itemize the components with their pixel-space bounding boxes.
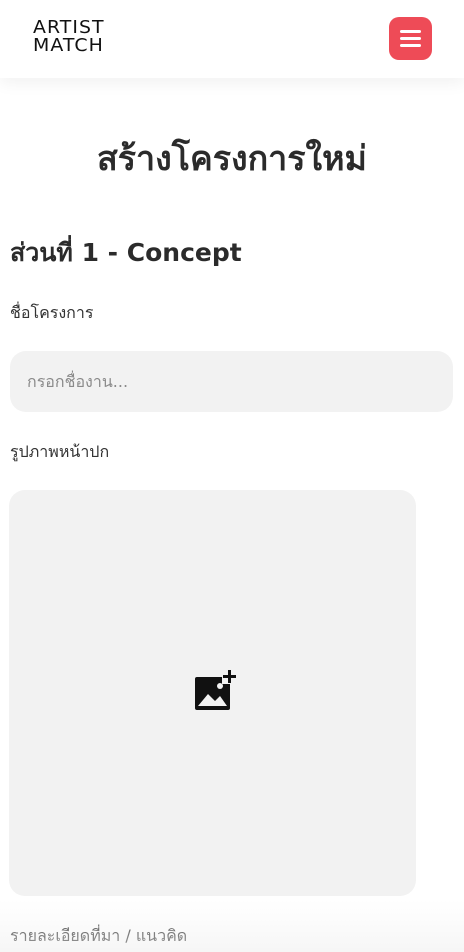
section-title: ส่วนที่ 1 - Concept: [10, 238, 242, 267]
top-navbar: ARTIST MATCH: [0, 0, 464, 78]
detail-label: รายละเอียดที่มา / แนวคิด: [10, 926, 188, 945]
logo-line-2: MATCH: [33, 35, 104, 56]
page-title: สร้างโครงการใหม่: [97, 139, 367, 179]
add-photo-icon[interactable]: [194, 670, 238, 712]
project-name-label: ชื่อโครงการ: [10, 303, 94, 322]
hamburger-menu-icon: [400, 30, 421, 47]
page: ARTIST MATCH สร้างโครงการใหม่ ส่วนที่ 1 …: [0, 0, 464, 952]
project-name-input[interactable]: [10, 351, 453, 412]
artist-match-logo[interactable]: ARTIST MATCH: [33, 19, 123, 59]
cover-image-label: รูปภาพหน้าปก: [10, 442, 110, 461]
menu-button[interactable]: [389, 17, 432, 60]
